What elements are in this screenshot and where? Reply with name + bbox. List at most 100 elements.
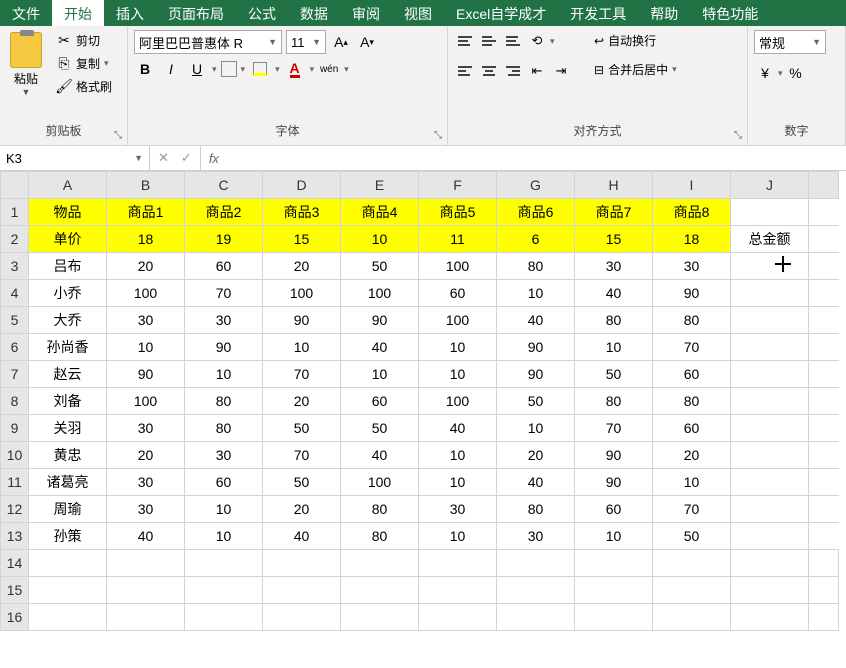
- cell-E2[interactable]: 10: [341, 226, 419, 253]
- cell-I15[interactable]: [653, 577, 731, 604]
- cell-overflow-16[interactable]: [839, 604, 840, 631]
- cell-G15[interactable]: [497, 577, 575, 604]
- copy-button[interactable]: ⎘ 复制 ▾: [52, 53, 116, 74]
- cell-overflow-3[interactable]: [809, 253, 839, 280]
- wrap-text-button[interactable]: ↩ 自动换行: [588, 30, 683, 51]
- col-header-I[interactable]: I: [653, 172, 731, 199]
- cell-H16[interactable]: [575, 604, 653, 631]
- orientation-button[interactable]: ⟲: [526, 30, 548, 52]
- align-center-button[interactable]: [478, 60, 500, 82]
- phonetic-button[interactable]: wén: [318, 58, 340, 80]
- menu-tab-Excel自学成才[interactable]: Excel自学成才: [444, 0, 558, 26]
- col-header-A[interactable]: A: [29, 172, 107, 199]
- cell-I1[interactable]: 商品8: [653, 199, 731, 226]
- cell-H11[interactable]: 90: [575, 469, 653, 496]
- cell-F9[interactable]: 40: [419, 415, 497, 442]
- cell-D5[interactable]: 90: [263, 307, 341, 334]
- cell-F8[interactable]: 100: [419, 388, 497, 415]
- cell-F16[interactable]: [419, 604, 497, 631]
- paste-button[interactable]: 粘贴 ▼: [6, 30, 46, 99]
- cell-B10[interactable]: 20: [107, 442, 185, 469]
- underline-button[interactable]: U: [186, 58, 208, 80]
- cell-E3[interactable]: 50: [341, 253, 419, 280]
- cell-J9[interactable]: [731, 415, 809, 442]
- cell-E1[interactable]: 商品4: [341, 199, 419, 226]
- fill-color-button[interactable]: [249, 58, 271, 80]
- col-header-E[interactable]: E: [341, 172, 419, 199]
- row-header-7[interactable]: 7: [1, 361, 29, 388]
- row-header-15[interactable]: 15: [1, 577, 29, 604]
- cell-I5[interactable]: 80: [653, 307, 731, 334]
- cell-G14[interactable]: [497, 550, 575, 577]
- col-header-B[interactable]: B: [107, 172, 185, 199]
- cell-C3[interactable]: 60: [185, 253, 263, 280]
- name-box[interactable]: K3 ▼: [0, 146, 150, 170]
- cell-overflow-13[interactable]: [809, 523, 839, 550]
- cell-F15[interactable]: [419, 577, 497, 604]
- cell-E14[interactable]: [341, 550, 419, 577]
- cell-B1[interactable]: 商品1: [107, 199, 185, 226]
- cell-B11[interactable]: 30: [107, 469, 185, 496]
- cell-overflow-8[interactable]: [809, 388, 839, 415]
- row-header-2[interactable]: 2: [1, 226, 29, 253]
- col-header-J[interactable]: J: [731, 172, 809, 199]
- cell-E11[interactable]: 100: [341, 469, 419, 496]
- cell-C5[interactable]: 30: [185, 307, 263, 334]
- cell-B14[interactable]: [107, 550, 185, 577]
- cell-J13[interactable]: [731, 523, 809, 550]
- cell-A16[interactable]: [29, 604, 107, 631]
- cell-H8[interactable]: 80: [575, 388, 653, 415]
- decrease-indent-button[interactable]: ⇤: [526, 60, 548, 82]
- cell-J1[interactable]: [731, 199, 809, 226]
- cell-J11[interactable]: [731, 469, 809, 496]
- cell-E6[interactable]: 40: [341, 334, 419, 361]
- cell-C16[interactable]: [185, 604, 263, 631]
- dialog-launcher-alignment[interactable]: ⤡: [731, 129, 745, 143]
- row-header-8[interactable]: 8: [1, 388, 29, 415]
- cell-G4[interactable]: 10: [497, 280, 575, 307]
- cell-A13[interactable]: 孙策: [29, 523, 107, 550]
- cut-button[interactable]: ✂ 剪切: [52, 30, 116, 51]
- cell-B12[interactable]: 30: [107, 496, 185, 523]
- menu-tab-审阅[interactable]: 审阅: [340, 0, 392, 26]
- cell-I3[interactable]: 30: [653, 253, 731, 280]
- number-format-select[interactable]: 常规 ▼: [754, 30, 826, 54]
- cell-D14[interactable]: [263, 550, 341, 577]
- chevron-down-icon[interactable]: ▾: [344, 64, 349, 75]
- cell-G9[interactable]: 10: [497, 415, 575, 442]
- col-header-H[interactable]: H: [575, 172, 653, 199]
- col-header-G[interactable]: G: [497, 172, 575, 199]
- cell-I12[interactable]: 70: [653, 496, 731, 523]
- cell-J14[interactable]: [731, 550, 809, 577]
- cell-J8[interactable]: [731, 388, 809, 415]
- cell-C4[interactable]: 70: [185, 280, 263, 307]
- cell-B13[interactable]: 40: [107, 523, 185, 550]
- align-left-button[interactable]: [454, 60, 476, 82]
- cell-I11[interactable]: 10: [653, 469, 731, 496]
- cell-overflow-10[interactable]: [809, 442, 839, 469]
- chevron-down-icon[interactable]: ▾: [104, 58, 109, 69]
- dialog-launcher-clipboard[interactable]: ⤡: [111, 129, 125, 143]
- cell-E7[interactable]: 10: [341, 361, 419, 388]
- cell-H4[interactable]: 40: [575, 280, 653, 307]
- cell-D4[interactable]: 100: [263, 280, 341, 307]
- cell-extra-14[interactable]: [809, 550, 839, 577]
- cell-F5[interactable]: 100: [419, 307, 497, 334]
- cell-C15[interactable]: [185, 577, 263, 604]
- cell-H12[interactable]: 60: [575, 496, 653, 523]
- cell-D16[interactable]: [263, 604, 341, 631]
- cell-A12[interactable]: 周瑜: [29, 496, 107, 523]
- col-header-F[interactable]: F: [419, 172, 497, 199]
- cell-I13[interactable]: 50: [653, 523, 731, 550]
- cell-G2[interactable]: 6: [497, 226, 575, 253]
- cell-G8[interactable]: 50: [497, 388, 575, 415]
- cell-E4[interactable]: 100: [341, 280, 419, 307]
- cancel-icon[interactable]: ✕: [158, 150, 169, 166]
- cell-E9[interactable]: 50: [341, 415, 419, 442]
- cell-F3[interactable]: 100: [419, 253, 497, 280]
- row-header-9[interactable]: 9: [1, 415, 29, 442]
- cell-J3[interactable]: [731, 253, 809, 280]
- font-family-select[interactable]: 阿里巴巴普惠体 R ▼: [134, 30, 282, 54]
- cell-I14[interactable]: [653, 550, 731, 577]
- cell-D10[interactable]: 70: [263, 442, 341, 469]
